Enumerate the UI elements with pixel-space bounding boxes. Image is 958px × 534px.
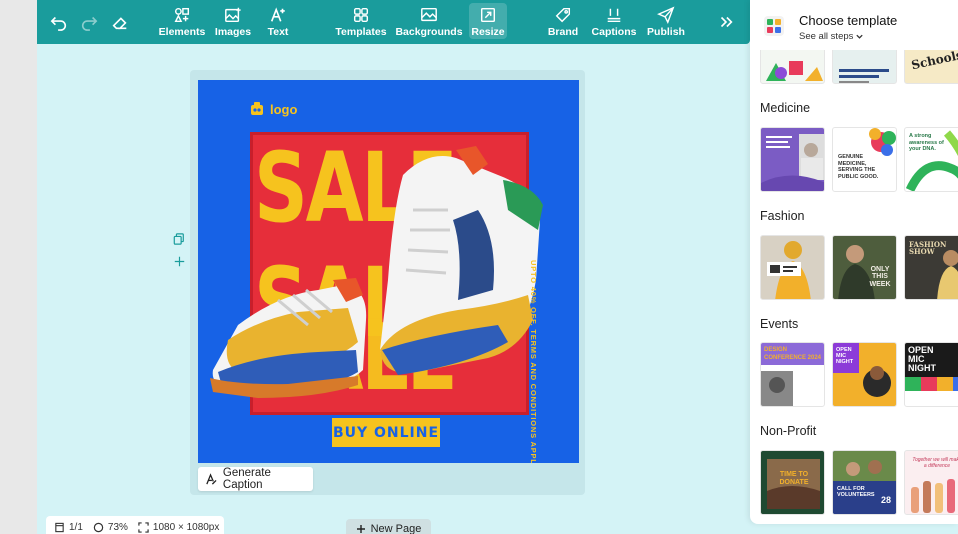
templates-icon bbox=[353, 7, 369, 23]
toolbar-captions-button[interactable]: Captions bbox=[592, 0, 636, 44]
new-page-label: New Page bbox=[370, 523, 422, 534]
toolbar-brand-button[interactable]: Brand bbox=[547, 0, 579, 44]
thumb-med3-text: A strong awareness of your DNA. bbox=[909, 133, 944, 153]
thumb-np2-text: CALL FOR VOLUNTEERS bbox=[837, 486, 875, 499]
terms-vertical-text[interactable]: UPTO 40% OFF. TERMS AND CONDITIONS APPLY bbox=[529, 260, 538, 463]
zoom-icon bbox=[93, 522, 104, 532]
panel-title: Choose template bbox=[799, 13, 898, 28]
generate-caption-label: Generate Caption bbox=[222, 467, 271, 491]
redo-icon[interactable] bbox=[75, 8, 103, 36]
collapse-panel-icon[interactable] bbox=[712, 8, 740, 36]
ai-caption-icon bbox=[206, 472, 217, 485]
events-template-2[interactable]: OPEN MIC NIGHT bbox=[832, 342, 897, 407]
thumb-top3-text: Schools bbox=[910, 47, 958, 73]
panel-header: Choose template See all steps bbox=[750, 0, 958, 50]
thumb-np3-text: Together we will make a difference bbox=[912, 457, 958, 469]
thumb-ev1-text: DESIGN CONFERENCE 2024 bbox=[764, 347, 822, 362]
templates-app-icon bbox=[764, 16, 784, 36]
left-strip bbox=[0, 0, 37, 534]
zoom-level: 73% bbox=[107, 521, 128, 533]
events-template-3[interactable]: OPEN MIC NIGHT bbox=[904, 342, 958, 407]
toolbar-elements-button[interactable]: Elements bbox=[158, 0, 206, 44]
page-count[interactable]: 1/1 bbox=[54, 522, 83, 533]
section-title-fashion: Fashion bbox=[760, 209, 805, 223]
fashion-template-1[interactable] bbox=[760, 235, 825, 300]
text-icon bbox=[270, 7, 285, 22]
publish-icon bbox=[657, 6, 675, 24]
chevron-down-icon bbox=[856, 34, 864, 39]
duplicate-page-icon[interactable] bbox=[172, 232, 186, 246]
top-toolbar: Elements Images Text Templates Backgroun… bbox=[37, 0, 750, 44]
section-title-events: Events bbox=[760, 317, 799, 331]
zoom-control[interactable]: 73% bbox=[93, 522, 128, 533]
fashion-template-2[interactable]: ONLY THIS WEEK bbox=[832, 235, 897, 300]
medicine-template-2[interactable]: GENUINE MEDICINE, SERVING THE PUBLIC GOO… bbox=[832, 127, 897, 192]
backgrounds-icon bbox=[421, 7, 437, 22]
toolbar-templates-label: Templates bbox=[335, 26, 387, 38]
buy-online-button[interactable]: BUY ONLINE bbox=[332, 418, 440, 447]
resize-icon bbox=[480, 7, 496, 23]
undo-icon[interactable] bbox=[45, 8, 73, 36]
toolbar-backgrounds-label: Backgrounds bbox=[395, 26, 463, 38]
toolbar-resize-label: Resize bbox=[471, 26, 505, 38]
brand-icon bbox=[555, 7, 571, 23]
toolbar-images-label: Images bbox=[214, 26, 252, 38]
thumb-ev2-text: OPEN MIC NIGHT bbox=[836, 347, 854, 366]
template-panel: Schools Choose template See all steps Me… bbox=[750, 0, 958, 524]
toolbar-templates-button[interactable]: Templates bbox=[335, 0, 387, 44]
toolbar-text-button[interactable]: Text bbox=[265, 0, 291, 44]
eraser-icon[interactable] bbox=[106, 8, 134, 36]
toolbar-text-label: Text bbox=[267, 26, 289, 38]
thumb-med2-text: GENUINE MEDICINE, SERVING THE PUBLIC GOO… bbox=[838, 154, 879, 180]
add-page-icon[interactable] bbox=[172, 254, 186, 268]
canvas-size[interactable]: 1080 × 1080px bbox=[138, 522, 219, 533]
thumb-np1-text: TIME TO DONATE bbox=[779, 471, 809, 486]
nonprofit-template-1[interactable]: TIME TO DONATE bbox=[760, 450, 825, 515]
design-canvas[interactable]: logo SALE SALE SALE UPTO 40% OFF. TERMS … bbox=[198, 80, 579, 463]
generate-caption-button[interactable]: Generate Caption bbox=[198, 467, 313, 491]
sneakers-image[interactable] bbox=[198, 80, 579, 463]
see-all-steps-link[interactable]: See all steps bbox=[799, 31, 864, 42]
medicine-template-1[interactable] bbox=[760, 127, 825, 192]
toolbar-backgrounds-button[interactable]: Backgrounds bbox=[395, 0, 463, 44]
section-title-medicine: Medicine bbox=[760, 101, 811, 115]
toolbar-brand-label: Brand bbox=[547, 26, 579, 38]
nonprofit-template-3[interactable]: Together we will make a difference bbox=[904, 450, 958, 515]
see-all-steps-label: See all steps bbox=[799, 31, 854, 42]
status-bar: 1/1 73% 1080 × 1080px bbox=[46, 516, 224, 534]
toolbar-captions-label: Captions bbox=[591, 26, 637, 38]
elements-icon bbox=[174, 7, 190, 23]
toolbar-publish-button[interactable]: Publish bbox=[647, 0, 685, 44]
events-template-1[interactable]: DESIGN CONFERENCE 2024 bbox=[760, 342, 825, 407]
medicine-template-3[interactable]: A strong awareness of your DNA. bbox=[904, 127, 958, 192]
nonprofit-template-2[interactable]: CALL FOR VOLUNTEERS 28 bbox=[832, 450, 897, 515]
toolbar-publish-label: Publish bbox=[647, 26, 685, 38]
plus-icon bbox=[356, 525, 365, 533]
canvas-size-label: 1080 × 1080px bbox=[152, 521, 220, 533]
page-icon bbox=[55, 522, 64, 532]
toolbar-resize-button[interactable]: Resize bbox=[469, 3, 507, 39]
thumb-fash2-text: ONLY THIS WEEK bbox=[869, 266, 891, 288]
section-title-non-profit: Non-Profit bbox=[760, 424, 817, 438]
images-icon bbox=[225, 7, 241, 23]
page-count-label: 1/1 bbox=[69, 521, 83, 533]
fashion-template-3[interactable]: FASHION SHOW bbox=[904, 235, 958, 300]
thumb-fash3-text: FASHION SHOW bbox=[909, 240, 947, 257]
toolbar-images-button[interactable]: Images bbox=[215, 0, 251, 44]
toolbar-elements-label: Elements bbox=[158, 26, 206, 38]
new-page-button[interactable]: New Page bbox=[346, 519, 431, 534]
expand-icon bbox=[138, 521, 149, 533]
thumb-ev3-text: OPEN MIC NIGHT bbox=[908, 345, 936, 373]
captions-icon bbox=[607, 8, 621, 23]
thumb-np2-date: 28 bbox=[881, 495, 892, 505]
